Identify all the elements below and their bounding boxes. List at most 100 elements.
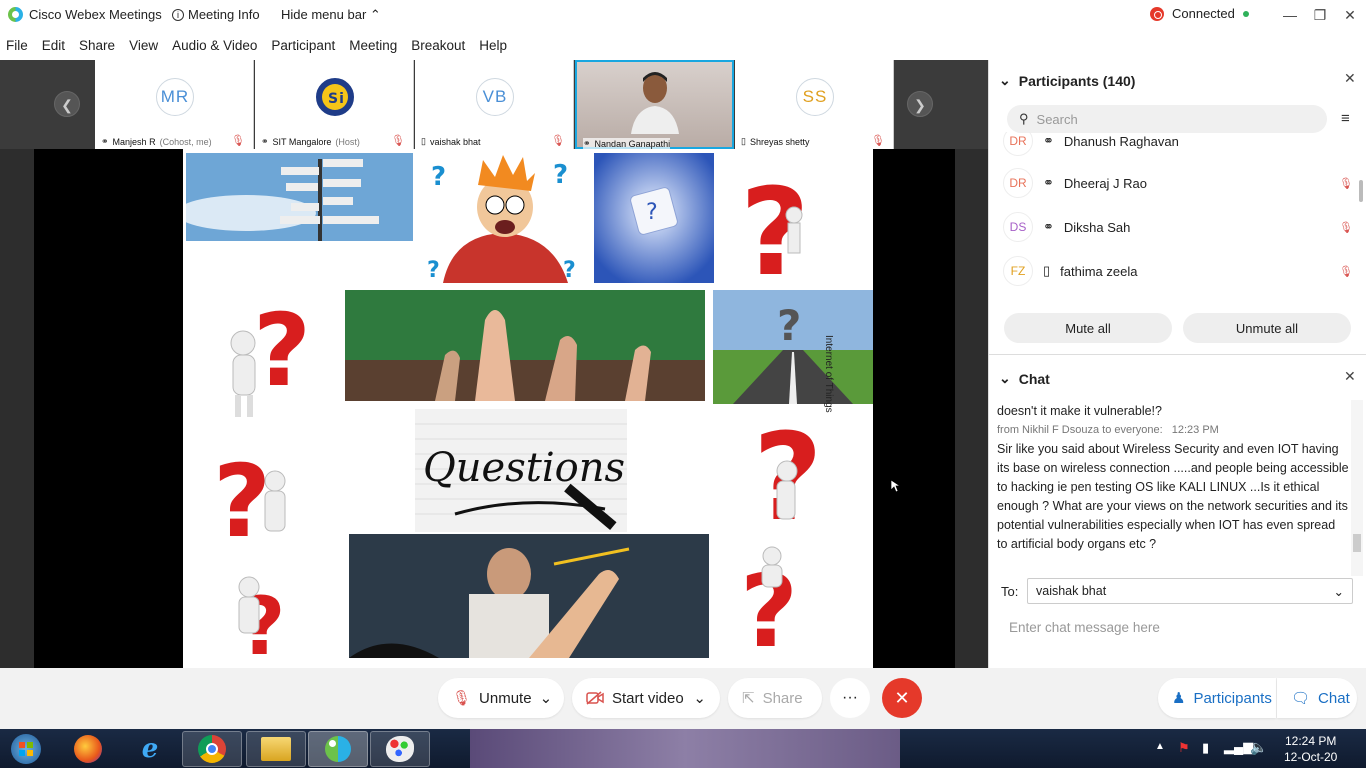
muted-mic-icon: 🎙	[1339, 265, 1353, 278]
participant-list-scrollbar[interactable]	[1359, 180, 1363, 202]
menu-edit[interactable]: Edit	[42, 38, 65, 53]
avatar: VB	[476, 78, 514, 116]
participant-tile[interactable]: Si ⚭ SIT Mangalore (Host) 🎙	[255, 60, 414, 149]
chevron-left-icon[interactable]: ❮	[54, 91, 80, 117]
volume-icon[interactable]: 🔈	[1250, 739, 1267, 756]
tile-role: (Cohost, me)	[159, 136, 212, 147]
raised-hands-image	[345, 290, 705, 401]
chat-time: 12:23 PM	[1171, 424, 1219, 436]
battery-icon[interactable]: ▮	[1202, 740, 1209, 756]
menu-participant[interactable]: Participant	[271, 38, 335, 53]
svg-text:?: ?	[553, 160, 568, 190]
avatar: MR	[156, 78, 194, 116]
signal-icon[interactable]: ▂▄▆	[1224, 739, 1253, 755]
chat-scroll-thumb[interactable]	[1353, 534, 1361, 552]
restore-icon[interactable]: ❐	[1308, 4, 1332, 26]
participants-toggle-button[interactable]: ♟ Participants	[1158, 678, 1276, 718]
taskbar-clock[interactable]: 12:24 PM 12-Oct-20	[1284, 733, 1337, 765]
participant-row[interactable]: DR ⚭ Dheeraj J Rao 🎙	[1003, 161, 1353, 205]
menu-meeting[interactable]: Meeting	[349, 38, 397, 53]
leave-meeting-button[interactable]: ✕	[882, 678, 922, 718]
hide-menu-bar-label: Hide menu bar	[281, 7, 367, 22]
connection-status[interactable]: Connected	[1150, 6, 1249, 21]
start-video-button[interactable]: Start video ⌄	[572, 678, 720, 718]
chat-message-text: doesn't it make it vulnerable!?	[997, 404, 1162, 418]
menu-file[interactable]: File	[6, 38, 28, 53]
mute-all-button[interactable]: Mute all	[1004, 313, 1172, 343]
video-off-icon	[586, 691, 604, 705]
headset-icon: ⚭	[261, 136, 269, 146]
svg-text:?: ?	[213, 443, 271, 551]
minimize-icon[interactable]: —	[1278, 4, 1302, 26]
avatar: DR	[1003, 168, 1033, 198]
file-explorer-taskbar-icon[interactable]	[246, 731, 306, 767]
figure-sitting-on-question-image: ?	[740, 546, 798, 653]
participants-title: Participants (140)	[1018, 72, 1136, 89]
chevron-down-icon: ⌄	[1333, 585, 1344, 599]
webex-taskbar-icon[interactable]	[308, 731, 368, 767]
internet-explorer-taskbar-icon[interactable]: e	[120, 731, 180, 767]
chat-scrollbar[interactable]	[1351, 400, 1363, 576]
close-window-icon[interactable]: ✕	[1338, 4, 1362, 26]
action-center-icon[interactable]: ⚑	[1178, 740, 1190, 756]
participant-tile[interactable]: SS ▯ Shreyas shetty 🎙	[735, 60, 894, 149]
close-participants-icon[interactable]: ✕	[1344, 70, 1356, 87]
divider	[989, 354, 1366, 355]
status-dot-icon	[1242, 10, 1249, 17]
svg-text:Questions?: Questions?	[423, 445, 627, 491]
participants-header[interactable]: ⌄ Participants (140)	[999, 72, 1135, 89]
chat-input[interactable]: Enter chat message here	[1009, 620, 1160, 635]
menu-view[interactable]: View	[129, 38, 158, 53]
paint-taskbar-icon[interactable]	[370, 731, 430, 767]
participant-tile[interactable]: VB ▯ vaishak bhat 🎙	[415, 60, 574, 149]
participant-search-input[interactable]: ⚲ Search	[1007, 105, 1327, 133]
sort-icon[interactable]: ≡	[1341, 110, 1350, 127]
participant-list: DR ⚭ Dhanush Raghavan DR ⚭ Dheeraj J Rao…	[989, 132, 1359, 302]
shared-slide: ? ? ? ? ? ? ? ? Internet of Things Quest…	[34, 149, 955, 668]
participant-row[interactable]: FZ ▯ fathima zeela 🎙	[1003, 249, 1353, 293]
more-options-button[interactable]: ···	[830, 678, 870, 718]
chrome-taskbar-icon[interactable]	[182, 731, 242, 767]
chat-recipient-select[interactable]: vaishak bhat ⌄	[1027, 578, 1353, 604]
road-question-image: ?	[713, 290, 873, 404]
mouse-cursor-icon	[890, 479, 900, 493]
chat-bubble-icon: 🗨	[1291, 690, 1311, 707]
participant-row[interactable]: DS ⚭ Diksha Sah 🎙	[1003, 205, 1353, 249]
unmute-button[interactable]: 🎙 Unmute ⌄	[438, 678, 564, 718]
close-chat-icon[interactable]: ✕	[1344, 368, 1356, 385]
menu-audio-video[interactable]: Audio & Video	[172, 38, 257, 53]
show-hidden-icons-icon[interactable]: ▲	[1155, 741, 1165, 752]
taskbar-wallpaper-strip	[470, 729, 900, 768]
windows-taskbar: e ▲ ⚑ ▮ ▂▄▆ 🔈 12:24 PM 12-Oct-20	[0, 729, 1366, 768]
avatar: DR	[1003, 132, 1033, 156]
questions-handwriting-image: Questions?	[415, 409, 627, 532]
firefox-taskbar-icon[interactable]	[58, 731, 118, 767]
tile-name-text: Manjesh R	[112, 136, 156, 147]
connection-icon	[1150, 6, 1164, 21]
menu-breakout[interactable]: Breakout	[411, 38, 465, 53]
start-button[interactable]	[0, 731, 52, 767]
chevron-down-icon: ⌄	[693, 690, 706, 707]
clock-time: 12:24 PM	[1284, 734, 1337, 748]
meeting-info-button[interactable]: i Meeting Info	[172, 7, 260, 22]
menu-share[interactable]: Share	[79, 38, 115, 53]
meeting-controls-bar: 🎙 Unmute ⌄ Start video ⌄ ⇱ Share ··· ✕ ♟…	[0, 668, 1366, 729]
chat-header[interactable]: ⌄ Chat	[999, 370, 1050, 387]
headset-icon: ⚭	[1043, 175, 1054, 190]
confused-cartoon-image: ? ? ? ?	[423, 155, 588, 283]
tile-name-text: SIT Mangalore	[272, 136, 332, 147]
chat-sender-line: from Nikhil F Dsouza to everyone: 12:23 …	[997, 421, 1349, 440]
active-speaker-tile[interactable]: ⚭ Nandan Ganapathi	[575, 60, 734, 149]
menu-help[interactable]: Help	[479, 38, 507, 53]
unmute-all-button[interactable]: Unmute all	[1183, 313, 1351, 343]
slide-canvas: ? ? ? ? ? ? ? ? Internet of Things Quest…	[183, 149, 873, 668]
participant-name: Dhanush Raghavan	[1063, 133, 1179, 149]
hide-menu-bar-button[interactable]: Hide menu bar ⌃	[281, 7, 381, 23]
webex-logo-icon	[8, 7, 23, 22]
share-button[interactable]: ⇱ Share	[728, 678, 822, 718]
participant-tile[interactable]: MR ⚭ Manjesh R (Cohost, me) 🎙	[95, 60, 254, 149]
chevron-right-icon[interactable]: ❯	[907, 91, 933, 117]
participant-row[interactable]: DR ⚭ Dhanush Raghavan	[1003, 132, 1353, 163]
avatar: FZ	[1003, 256, 1033, 286]
chat-toggle-button[interactable]: 🗨 Chat	[1277, 678, 1357, 718]
